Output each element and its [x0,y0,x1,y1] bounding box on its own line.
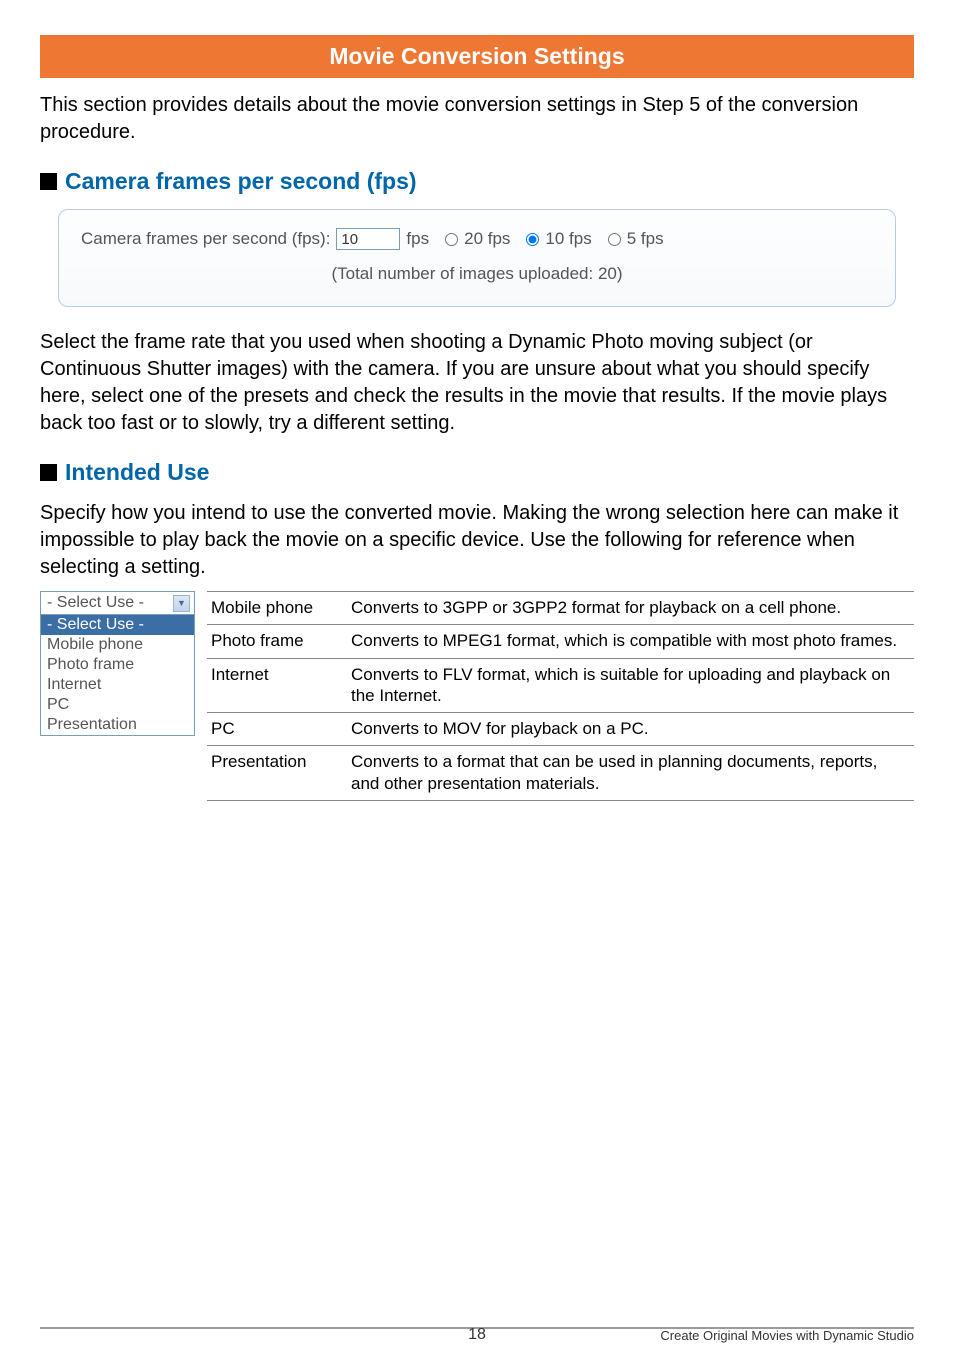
use-table-val: Converts to a format that can be used in… [347,746,914,801]
use-table-val: Converts to 3GPP or 3GPP2 format for pla… [347,592,914,625]
fps-radio-5[interactable]: 5 fps [608,229,664,249]
use-table-key: Mobile phone [207,592,347,625]
fps-radio-20-input[interactable] [445,233,458,246]
use-option-mobile[interactable]: Mobile phone [41,635,194,655]
use-option-presentation[interactable]: Presentation [41,715,194,735]
fps-radio-5-label: 5 fps [627,229,664,249]
fps-radio-20[interactable]: 20 fps [445,229,510,249]
table-row: Internet Converts to FLV format, which i… [207,658,914,713]
square-bullet-icon [40,464,57,481]
use-dropdown[interactable]: - Select Use - ▼ - Select Use - Mobile p… [40,591,195,736]
fps-radio-10[interactable]: 10 fps [526,229,591,249]
fps-suffix: fps [406,229,429,249]
heading-intended-use: Intended Use [40,459,914,486]
fps-description: Select the frame rate that you used when… [40,329,914,437]
fps-label: Camera frames per second (fps): [81,229,330,249]
fps-radio-5-input[interactable] [608,233,621,246]
use-table-key: Presentation [207,746,347,801]
fps-radio-10-label: 10 fps [545,229,591,249]
use-option-internet[interactable]: Internet [41,675,194,695]
use-table: Mobile phone Converts to 3GPP or 3GPP2 f… [207,591,914,801]
use-option-select[interactable]: - Select Use - [41,615,194,635]
use-table-key: Photo frame [207,625,347,658]
fps-radio-20-label: 20 fps [464,229,510,249]
fps-total-uploaded: (Total number of images uploaded: 20) [81,264,873,284]
heading-camera-fps: Camera frames per second (fps) [40,168,914,195]
use-table-key: PC [207,713,347,746]
fps-radio-10-input[interactable] [526,233,539,246]
page-number: 18 [468,1326,486,1344]
square-bullet-icon [40,173,57,190]
intro-text: This section provides details about the … [40,92,914,146]
heading-camera-fps-text: Camera frames per second (fps) [65,168,417,195]
use-option-photo-frame[interactable]: Photo frame [41,655,194,675]
table-row: Photo frame Converts to MPEG1 format, wh… [207,625,914,658]
footer-caption: Create Original Movies with Dynamic Stud… [660,1328,914,1343]
table-row: Presentation Converts to a format that c… [207,746,914,801]
page-title: Movie Conversion Settings [40,35,914,78]
table-row: PC Converts to MOV for playback on a PC. [207,713,914,746]
fps-panel: Camera frames per second (fps): fps 20 f… [58,209,896,307]
use-dropdown-selected: - Select Use - [47,594,144,612]
use-table-key: Internet [207,658,347,713]
use-table-val: Converts to FLV format, which is suitabl… [347,658,914,713]
page-footer: 18 Create Original Movies with Dynamic S… [40,1327,914,1335]
heading-intended-use-text: Intended Use [65,459,209,486]
chevron-down-icon[interactable]: ▼ [173,595,190,612]
table-row: Mobile phone Converts to 3GPP or 3GPP2 f… [207,592,914,625]
intended-use-description: Specify how you intend to use the conver… [40,500,914,581]
use-dropdown-list[interactable]: - Select Use - Mobile phone Photo frame … [41,615,194,735]
use-option-pc[interactable]: PC [41,695,194,715]
use-table-val: Converts to MPEG1 format, which is compa… [347,625,914,658]
fps-input[interactable] [336,228,400,250]
use-table-val: Converts to MOV for playback on a PC. [347,713,914,746]
